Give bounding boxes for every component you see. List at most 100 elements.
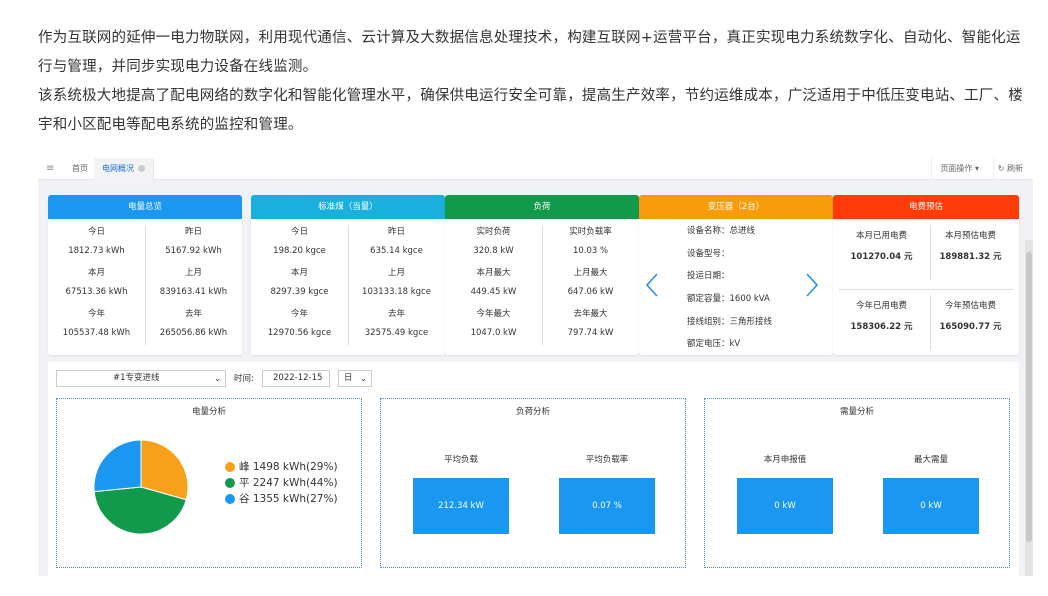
card-header: 标准煤（当量） (251, 195, 445, 219)
metric-label: 今日 (290, 227, 308, 237)
metric-value: 105537.48 kWh (62, 328, 131, 338)
intro-paragraph-1: 作为互联网的延伸一电力物联网，利用现代通信、云计算及大数据信息处理技术，构建互联… (38, 30, 1021, 75)
pie-legend: 峰 1498 kWh(29%) 平 2247 kWh(44%) 谷 1355 k… (225, 459, 338, 507)
date-input[interactable]: 2022-12-15 (262, 370, 330, 387)
line-select-value: #1专变进线 (113, 373, 160, 383)
scrollbar-thumb[interactable] (1026, 252, 1032, 542)
intro-text: 作为互联网的延伸一电力物联网，利用现代通信、云计算及大数据信息处理技术，构建互联… (38, 24, 1033, 140)
load-analysis-title: 负荷分析 (515, 407, 550, 417)
demand-analysis-title: 需量分析 (839, 407, 874, 417)
demand-analysis-box: 需量分析 本月申报值 最大需量 0 kW 0 kW (704, 398, 1010, 568)
metric-value: 8297.39 kgce (270, 287, 329, 297)
metric-value: 189881.32 元 (939, 252, 1002, 262)
metric-value: 67513.36 kWh (65, 287, 128, 297)
menu-icon[interactable]: ≡ (46, 163, 54, 174)
metric-value: 839163.41 kWh (159, 287, 228, 297)
metric-value: 647.06 kW (567, 287, 614, 297)
metric-value: 5167.92 kWh (165, 246, 222, 256)
card-header: 电费预估 (833, 195, 1019, 219)
metric-label: 今日 (87, 227, 105, 237)
metric-cell: 实时负荷 320.8 kW (445, 225, 542, 260)
page-ops-dropdown[interactable]: 页面操作 ▾ (931, 158, 987, 180)
refresh-icon: ↻ (997, 164, 1005, 173)
avg-load-label: 平均负载 (443, 455, 478, 465)
metric-cell: 本月最大 449.45 kW (445, 266, 542, 301)
metric-cell: 今年已用电费 158306.22 元 (833, 299, 930, 334)
metric-value: 198.20 kgce (273, 246, 326, 256)
tab-grid-overview-label: 电网概况 (102, 164, 134, 173)
refresh-button[interactable]: ↻ 刷新 (992, 158, 1027, 180)
metric-cell: 本月预估电费 189881.32 元 (922, 229, 1019, 264)
tab-home[interactable]: 首页 (64, 158, 97, 180)
close-tab-icon[interactable] (138, 165, 145, 172)
chevron-down-icon: ⌄ (360, 374, 367, 383)
transformer-capacity: 额定容量：1600 kVA (687, 294, 770, 304)
metric-label: 去年 (387, 309, 405, 319)
metric-value: 635.14 kgce (370, 246, 423, 256)
metric-cell: 今年 105537.48 kWh (48, 307, 145, 342)
metric-value: 101270.04 元 (850, 252, 913, 262)
max-demand-label: 最大需量 (913, 455, 948, 465)
metric-value: 449.45 kW (470, 287, 517, 297)
metric-label: 昨日 (387, 227, 405, 237)
legend-label: 平 2247 kWh(44%) (239, 477, 338, 489)
tab-bar: ≡ 首页 电网概况 页面操作 ▾ ↻ 刷新 (38, 158, 1033, 180)
analysis-panel: #1专变进线 ⌄ 时间: 2022-12-15 日 ⌄ 电量分析 峰 1498 kW… (48, 362, 1019, 576)
refresh-label: 刷新 (1007, 164, 1023, 173)
card-header: 电量总览 (48, 195, 242, 219)
metric-cell: 实时负载率 10.03 % (542, 225, 639, 260)
avg-load-rate-value: 0.07 % (559, 478, 655, 534)
standard-coal-card: 标准煤（当量） 今日 198.20 kgce 昨日 635.14 kgce 本月 82… (251, 195, 445, 355)
metric-value: 158306.22 元 (850, 322, 913, 332)
chevron-left-icon[interactable] (645, 273, 659, 297)
metric-cell: 本月 67513.36 kWh (48, 266, 145, 301)
metric-label: 本月预估电费 (944, 231, 996, 241)
metric-cell: 今日 198.20 kgce (251, 225, 348, 260)
transformer-model: 设备型号： (687, 249, 730, 259)
transformer-voltage: 额定电压：kV (687, 339, 741, 349)
metric-label: 实时负载率 (569, 227, 612, 237)
metric-cell: 去年 265056.86 kWh (145, 307, 242, 342)
transformer-card: 变压器（2台） 设备名称：总进线 设备型号： 投运日期： 额定容量：1600 k… (639, 195, 833, 355)
metric-cell: 今年预估电费 165090.77 元 (922, 299, 1019, 334)
period-select-value: 日 (344, 373, 353, 383)
metric-cell: 昨日 5167.92 kWh (145, 225, 242, 260)
metric-label: 今年 (87, 309, 105, 319)
avg-load-value: 212.34 kW (413, 478, 509, 534)
card-header: 变压器（2台） (639, 195, 833, 219)
tab-grid-overview[interactable]: 电网概况 (94, 158, 154, 180)
legend-item-flat: 平 2247 kWh(44%) (225, 475, 338, 491)
intro-paragraph-2: 该系统极大地提高了配电网络的数字化和智能化管理水平，确保供电运行安全可靠，提高生… (38, 88, 1023, 133)
metric-label: 实时负荷 (476, 227, 511, 237)
metric-cell: 今日 1812.73 kWh (48, 225, 145, 260)
transformer-name: 设备名称：总进线 (687, 226, 756, 236)
dashboard-screenshot: ≡ 首页 电网概况 页面操作 ▾ ↻ 刷新 电量总览 今日 1812.73 kWh… (38, 158, 1033, 576)
load-analysis-box: 负荷分析 平均负载 平均负载率 212.34 kW 0.07 % (380, 398, 686, 568)
legend-dot (225, 494, 235, 504)
metric-cell: 去年 32575.49 kgce (348, 307, 445, 342)
metric-cell: 本月 8297.39 kgce (251, 266, 348, 301)
metric-value: 320.8 kW (473, 246, 514, 256)
metric-value: 10.03 % (572, 246, 609, 256)
metric-cell: 今年最大 1047.0 kW (445, 307, 542, 342)
metric-label: 本月已用电费 (855, 231, 907, 241)
metric-label: 上月 (387, 268, 405, 278)
scrollbar[interactable] (1025, 240, 1033, 576)
declared-demand-label: 本月申报值 (763, 455, 807, 465)
metric-label: 今年 (290, 309, 308, 319)
max-demand-value: 0 kW (883, 478, 979, 534)
load-card: 负荷 实时负荷 320.8 kW 实时负载率 10.03 % 本月最大 449.45 … (445, 195, 639, 355)
metric-label: 今年最大 (476, 309, 511, 319)
metric-label: 今年已用电费 (855, 301, 907, 311)
metric-label: 本月 (290, 268, 308, 278)
metric-value: 165090.77 元 (939, 322, 1002, 332)
chevron-right-icon[interactable] (805, 273, 819, 297)
metric-label: 去年最大 (573, 309, 608, 319)
period-select[interactable]: 日 ⌄ (338, 370, 372, 387)
pie-slice-谷[interactable] (93, 439, 142, 493)
metric-value: 1047.0 kW (470, 328, 517, 338)
avg-load-rate-label: 平均负载率 (585, 455, 629, 465)
metric-label: 去年 (184, 309, 202, 319)
card-header: 负荷 (445, 195, 639, 219)
line-select[interactable]: #1专变进线 ⌄ (56, 370, 226, 387)
